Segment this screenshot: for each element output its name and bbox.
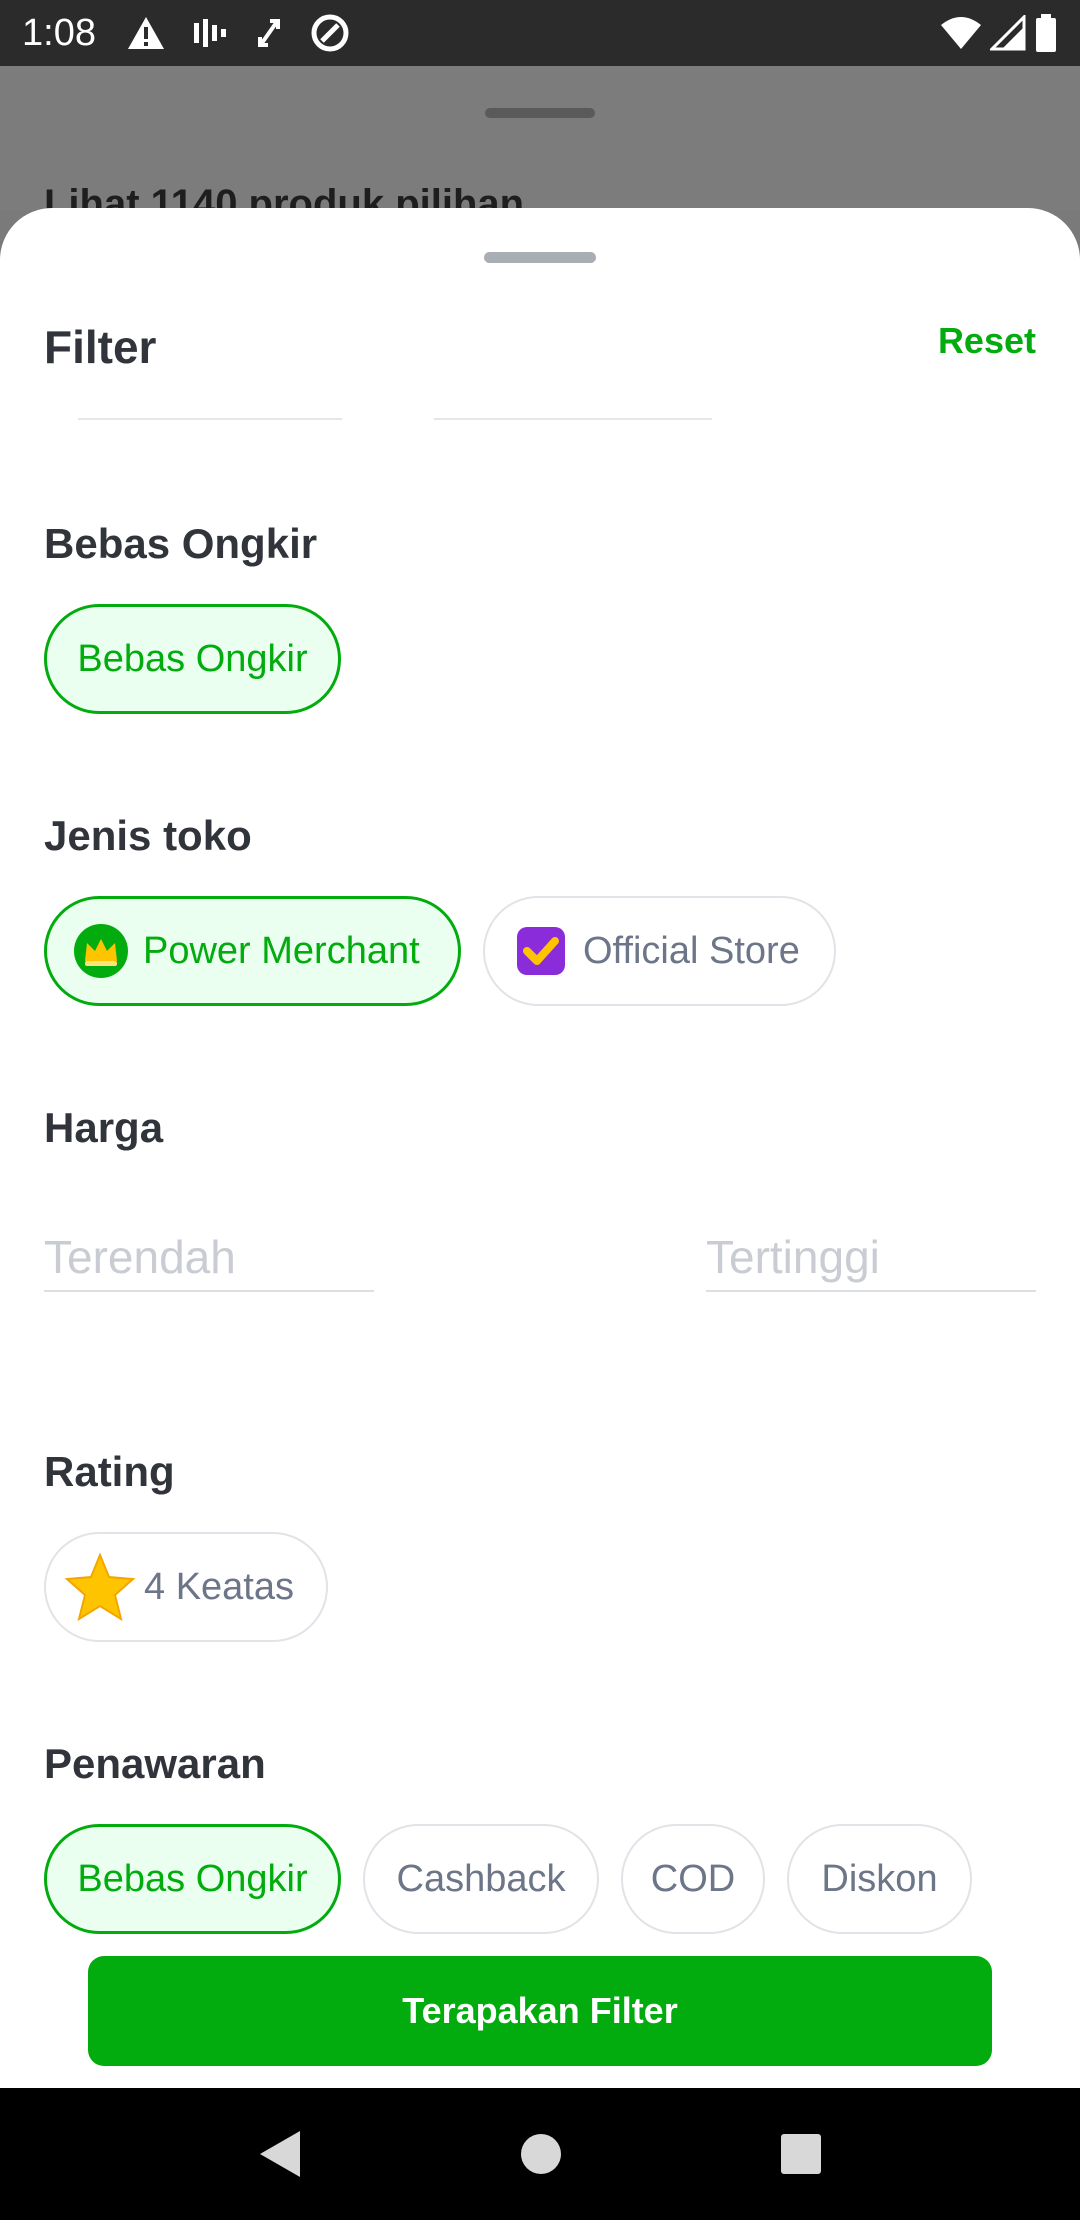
section-title-bebas-ongkir: Bebas Ongkir: [44, 520, 318, 567]
chip-offer-diskon[interactable]: Diskon: [787, 1824, 972, 1934]
cell-signal-icon: [990, 15, 1026, 51]
crown-badge-icon: [73, 923, 129, 979]
chip-offer-bebas-ongkir[interactable]: Bebas Ongkir: [44, 1824, 341, 1934]
battery-icon: [1036, 14, 1056, 52]
official-store-badge-icon: [513, 923, 569, 979]
backdrop-drag-handle: [485, 108, 595, 118]
section-title-rating: Rating: [44, 1448, 175, 1495]
chip-label: 4 Keatas: [144, 1565, 294, 1608]
warning-icon: [127, 17, 164, 49]
chip-label: Power Merchant: [143, 929, 420, 972]
reset-button[interactable]: Reset: [938, 320, 1036, 362]
scrolled-divider: [78, 418, 342, 420]
signal-activity-icon: [193, 19, 226, 47]
chip-official-store[interactable]: Official Store: [483, 896, 836, 1006]
section-title-penawaran: Penawaran: [44, 1740, 266, 1787]
sheet-drag-handle[interactable]: [484, 252, 596, 263]
back-icon[interactable]: [258, 2129, 302, 2179]
star-icon: [64, 1551, 136, 1623]
chip-rating-4-up[interactable]: 4 Keatas: [44, 1532, 328, 1642]
backdrop-title: Lihat 1140 produk pilihan: [44, 182, 525, 210]
filter-bottom-sheet: Filter Reset Bebas Ongkir Bebas Ongkir J…: [0, 208, 1080, 2088]
apply-filter-button[interactable]: Terapakan Filter: [88, 1956, 992, 2066]
chip-label: Official Store: [583, 929, 800, 972]
at-sign-icon: [311, 14, 349, 52]
backdrop[interactable]: Lihat 1140 produk pilihan: [0, 66, 1080, 210]
chip-bebas-ongkir[interactable]: Bebas Ongkir: [44, 604, 341, 714]
chip-label: Bebas Ongkir: [77, 637, 308, 680]
chip-offer-cashback[interactable]: Cashback: [363, 1824, 599, 1934]
chip-label: Diskon: [821, 1857, 938, 1900]
min-price-input[interactable]: [44, 1224, 374, 1292]
max-price-input[interactable]: [706, 1224, 1036, 1292]
status-bar: 1:08: [0, 0, 1080, 66]
sheet-title: Filter: [44, 321, 157, 373]
sync-icon: [257, 19, 280, 47]
chip-power-merchant[interactable]: Power Merchant: [44, 896, 461, 1006]
chip-label: Cashback: [396, 1857, 566, 1900]
chip-label: COD: [650, 1857, 736, 1900]
navigation-bar: [0, 2088, 1080, 2220]
home-icon[interactable]: [519, 2132, 563, 2176]
chip-label: Bebas Ongkir: [77, 1857, 308, 1900]
wifi-icon: [941, 17, 981, 49]
section-title-harga: Harga: [44, 1104, 164, 1151]
status-time: 1:08: [22, 11, 96, 54]
chip-offer-cod[interactable]: COD: [621, 1824, 765, 1934]
recents-icon[interactable]: [780, 2133, 822, 2175]
section-title-jenis-toko: Jenis toko: [44, 812, 252, 859]
scrolled-divider: [434, 418, 712, 420]
